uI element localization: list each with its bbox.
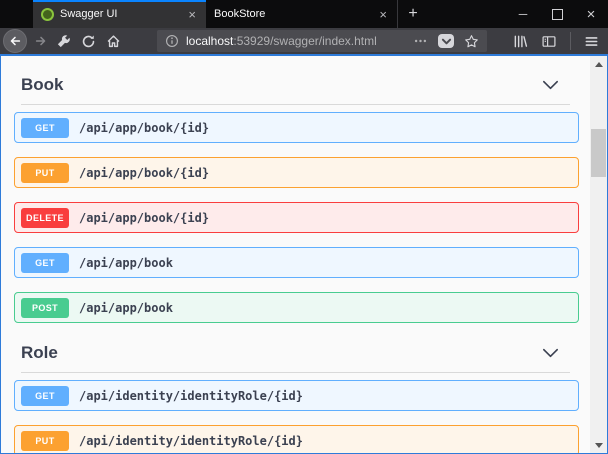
home-icon (106, 34, 121, 49)
tab-bookstore[interactable]: BookStore × (206, 0, 398, 28)
endpoint-path: /api/app/book/{id} (79, 211, 209, 225)
endpoint-path: /api/identity/identityRole/{id} (79, 434, 303, 448)
home-button[interactable] (106, 34, 121, 49)
toolbar-divider (570, 32, 571, 50)
method-badge: GET (21, 253, 69, 273)
url-bar[interactable]: localhost:53929/swagger/index.html (157, 30, 487, 52)
customize-button[interactable] (57, 34, 71, 48)
scroll-down-button[interactable] (590, 437, 607, 453)
scroll-up-icon (595, 62, 603, 67)
method-badge: DELETE (21, 208, 69, 228)
navigation-toolbar: localhost:53929/swagger/index.html (0, 28, 608, 54)
tab-close-icon[interactable]: × (186, 8, 198, 21)
minimize-button[interactable]: ─ (506, 0, 540, 28)
toolbar-right-group (513, 32, 599, 50)
new-tab-button[interactable]: + (398, 0, 428, 28)
method-badge: POST (21, 298, 69, 318)
minimize-icon: ─ (519, 7, 528, 21)
section-endpoints: GET /api/app/book/{id} PUT /api/app/book… (14, 112, 579, 323)
method-badge: GET (21, 386, 69, 406)
maximize-icon (552, 9, 563, 20)
back-button[interactable] (3, 29, 27, 53)
endpoint-path: /api/app/book/{id} (79, 121, 209, 135)
endpoint-row[interactable]: GET /api/identity/identityRole/{id} (14, 380, 579, 411)
close-button[interactable]: × (574, 0, 608, 28)
vertical-scrollbar[interactable] (590, 56, 607, 453)
browser-window: Swagger UI × BookStore × + ─ × (0, 0, 608, 454)
api-section: Role GET /api/identity/identityRole/{id}… (14, 343, 579, 454)
page-actions-button[interactable] (413, 34, 428, 48)
chevron-down-icon[interactable] (542, 80, 559, 90)
wrench-icon (57, 34, 71, 48)
endpoint-path: /api/identity/identityRole/{id} (79, 389, 303, 403)
swagger-page: Book GET /api/app/book/{id} PUT /api/app… (0, 54, 608, 454)
swagger-favicon-icon (41, 8, 54, 21)
back-arrow-icon (8, 34, 22, 48)
bookmark-star-button[interactable] (464, 34, 479, 49)
api-sections: Book GET /api/app/book/{id} PUT /api/app… (14, 75, 579, 454)
endpoint-row[interactable]: GET /api/app/book (14, 247, 579, 278)
method-badge: GET (21, 118, 69, 138)
scrollbar-thumb[interactable] (591, 129, 606, 177)
endpoint-row[interactable]: PUT /api/identity/identityRole/{id} (14, 425, 579, 454)
endpoint-path: /api/app/book/{id} (79, 166, 209, 180)
tab-close-icon[interactable]: × (377, 8, 389, 21)
method-badge: PUT (21, 163, 69, 183)
pocket-button[interactable] (438, 34, 454, 48)
endpoint-path: /api/app/book (79, 301, 173, 315)
tab-title: Swagger UI (60, 8, 180, 20)
method-badge: PUT (21, 431, 69, 451)
tab-bar: Swagger UI × BookStore × + ─ × (0, 0, 608, 28)
close-icon: × (587, 7, 596, 22)
endpoint-path: /api/app/book (79, 256, 173, 270)
sidebar-icon (541, 34, 557, 49)
section-title: Role (14, 343, 58, 363)
endpoint-row[interactable]: DELETE /api/app/book/{id} (14, 202, 579, 233)
scroll-up-button[interactable] (590, 56, 607, 72)
titlebar-drag-space (0, 0, 33, 28)
tab-title: BookStore (214, 8, 371, 20)
library-button[interactable] (513, 34, 528, 49)
window-controls: ─ × (506, 0, 608, 28)
url-path: :53929/swagger/index.html (233, 34, 376, 48)
endpoint-row[interactable]: PUT /api/app/book/{id} (14, 157, 579, 188)
url-actions (413, 34, 487, 49)
pocket-chevron-icon (441, 37, 452, 46)
section-divider (21, 104, 570, 105)
chevron-down-icon[interactable] (542, 348, 559, 358)
endpoint-row[interactable]: POST /api/app/book (14, 292, 579, 323)
forward-arrow-icon (34, 34, 48, 48)
library-icon (513, 34, 528, 49)
forward-button[interactable] (34, 34, 48, 48)
section-endpoints: GET /api/identity/identityRole/{id} PUT … (14, 380, 579, 454)
hamburger-icon (584, 34, 599, 49)
reload-button[interactable] (81, 34, 96, 49)
endpoint-row[interactable]: GET /api/app/book/{id} (14, 112, 579, 143)
section-divider (21, 372, 570, 373)
url-host: localhost (186, 34, 233, 48)
api-section: Book GET /api/app/book/{id} PUT /api/app… (14, 75, 579, 323)
scroll-down-icon (595, 443, 603, 448)
url-text[interactable]: localhost:53929/swagger/index.html (186, 34, 377, 48)
maximize-button[interactable] (540, 0, 574, 28)
sidebar-toggle-button[interactable] (541, 34, 557, 49)
site-info-icon[interactable] (165, 34, 179, 48)
section-header[interactable]: Role (14, 343, 579, 363)
tab-swagger-ui[interactable]: Swagger UI × (33, 0, 206, 28)
section-header[interactable]: Book (14, 75, 579, 95)
reload-icon (81, 34, 96, 49)
section-title: Book (14, 75, 64, 95)
menu-button[interactable] (584, 34, 599, 49)
